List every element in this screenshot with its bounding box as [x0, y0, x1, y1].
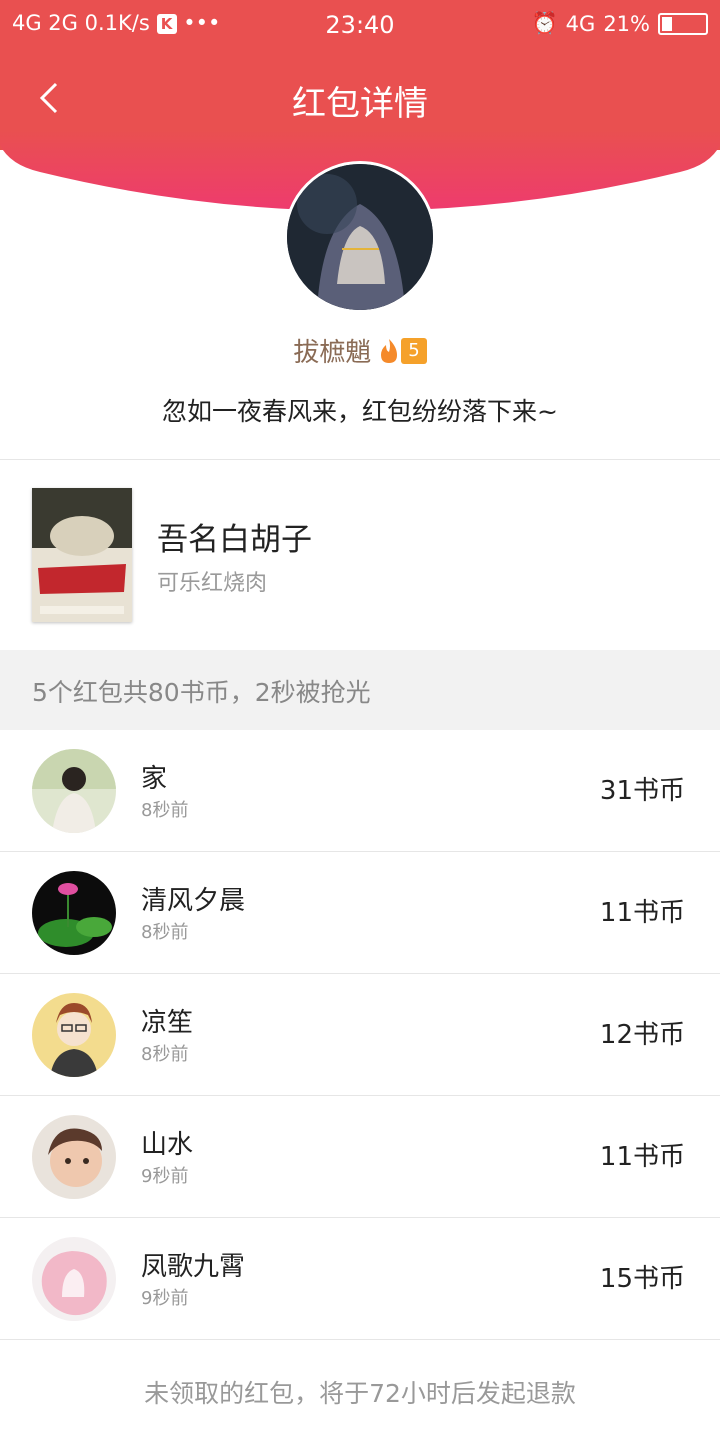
coin-amount: 12书币: [599, 1020, 685, 1050]
list-item[interactable]: 清风夕晨 8秒前 11书币: [0, 852, 720, 974]
avatar[interactable]: [32, 749, 116, 833]
greeting-message: 忽如一夜春风来，红包纷纷落下来~: [162, 397, 558, 426]
book-cover[interactable]: [32, 488, 132, 622]
claim-time: 8秒前: [141, 922, 189, 943]
user-name: 山水: [141, 1130, 194, 1160]
claim-time: 8秒前: [141, 800, 189, 821]
level-number: 5: [401, 337, 427, 364]
divider: [0, 1339, 720, 1340]
refund-notice: 未领取的红包，将于72小时后发起退款: [144, 1379, 576, 1408]
claim-time: 9秒前: [141, 1288, 189, 1309]
user-name: 凤歌九霄: [141, 1252, 246, 1282]
divider: [0, 459, 720, 460]
list-item[interactable]: 山水 9秒前 11书币: [0, 1096, 720, 1218]
status-right: ⏰ 4G 21%: [532, 11, 708, 36]
book-title[interactable]: 吾名白胡子: [157, 514, 312, 559]
fire-icon: [381, 338, 398, 363]
page-title: 红包详情: [292, 84, 428, 124]
level-badge: 5: [377, 337, 427, 365]
avatar[interactable]: [32, 1237, 116, 1321]
summary-text: 5个红包共80书币，2秒被抢光: [32, 678, 371, 707]
coin-amount: 11书币: [599, 1142, 685, 1172]
avatar[interactable]: [32, 871, 116, 955]
avatar[interactable]: [32, 993, 116, 1077]
user-name: 清风夕晨: [141, 886, 246, 916]
avatar[interactable]: [32, 1115, 116, 1199]
sender-info: 拔樜魈 5: [0, 332, 720, 369]
user-name: 凉笙: [141, 1008, 194, 1038]
list-item[interactable]: 家 8秒前 31书币: [0, 730, 720, 852]
status-network-right: 4G: [565, 11, 596, 36]
coin-amount: 15书币: [599, 1264, 685, 1294]
sender-name[interactable]: 拔樜魈: [293, 332, 371, 369]
claim-time: 9秒前: [141, 1166, 189, 1187]
list-item[interactable]: 凉笙 8秒前 12书币: [0, 974, 720, 1096]
sender-avatar[interactable]: [284, 161, 436, 313]
user-name: 家: [141, 764, 168, 794]
alarm-icon: ⏰: [531, 11, 558, 35]
coin-amount: 31书币: [599, 776, 685, 806]
coin-amount: 11书币: [599, 898, 685, 928]
battery-icon: [658, 12, 708, 35]
claim-time: 8秒前: [141, 1044, 189, 1065]
book-author: 可乐红烧肉: [157, 571, 268, 596]
battery-percent: 21%: [603, 11, 650, 36]
list-item[interactable]: 凤歌九霄 9秒前 15书币: [0, 1218, 720, 1340]
